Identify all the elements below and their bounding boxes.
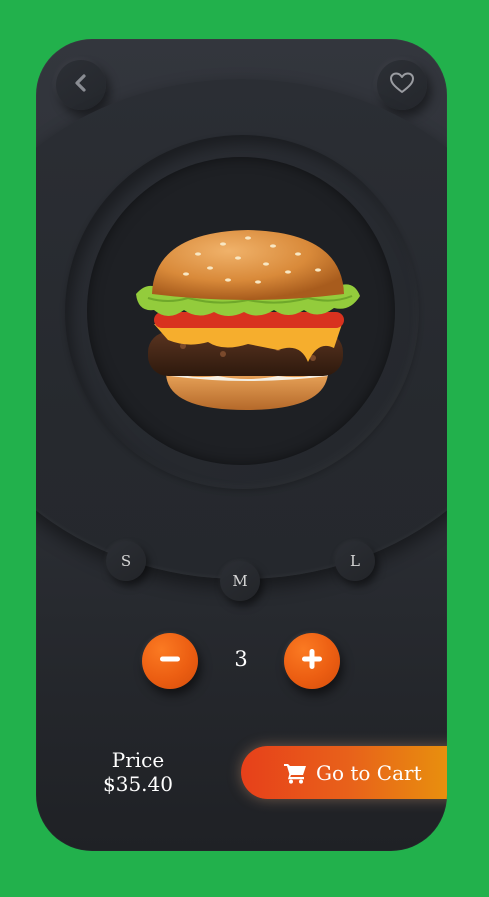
heart-outline-icon <box>389 71 415 99</box>
chevron-left-icon <box>71 73 91 97</box>
size-label: M <box>232 572 248 590</box>
cart-label: Go to Cart <box>316 760 422 785</box>
size-label: S <box>120 552 132 570</box>
price-block: Price $35.40 <box>88 748 188 796</box>
cart-icon <box>283 762 307 784</box>
burger-image <box>128 224 368 414</box>
go-to-cart-button[interactable]: Go to Cart <box>241 746 447 799</box>
increase-quantity-button[interactable] <box>284 633 340 689</box>
minus-icon <box>158 647 182 675</box>
size-option-l[interactable]: L <box>335 541 375 581</box>
decrease-quantity-button[interactable] <box>142 633 198 689</box>
size-option-s[interactable]: S <box>106 541 146 581</box>
price-value: $35.40 <box>103 772 173 796</box>
plus-icon <box>300 647 324 675</box>
back-button[interactable] <box>56 60 106 110</box>
quantity-value: 3 <box>234 647 248 671</box>
favorite-button[interactable] <box>377 60 427 110</box>
size-label: L <box>350 552 360 570</box>
product-card: S M L 3 Price $35.40 Go to Cart <box>36 39 447 851</box>
price-label: Price <box>111 748 165 772</box>
size-option-m[interactable]: M <box>220 561 260 601</box>
